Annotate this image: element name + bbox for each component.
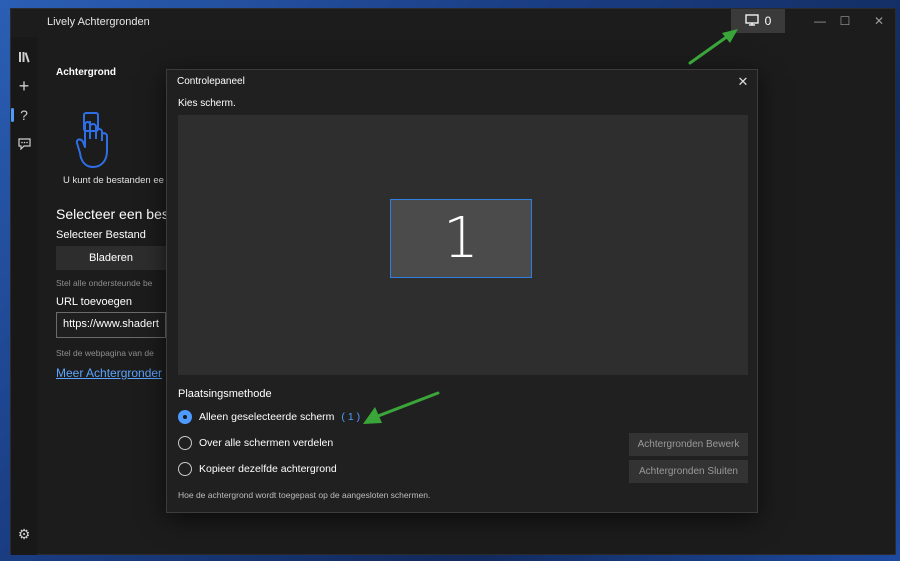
feedback-icon[interactable] [15,135,33,153]
app-title: Lively Achtergronden [47,16,150,28]
option-label: Over alle schermen verdelen [199,437,334,449]
webpage-hint: Stel de webpagina van de [56,348,154,358]
monitor-icon [745,13,759,29]
radio-span-screens[interactable]: Over alle schermen verdelen [178,436,333,450]
minimize-icon: — [814,14,826,28]
add-url-label: URL toevoegen [56,296,133,308]
title-bar: Lively Achtergronden 0 — ☐ ✕ [11,9,897,37]
url-input[interactable]: https://www.shadert [56,312,166,338]
select-file-heading: Selecteer een best [56,206,173,222]
drop-files-hint: U kunt de bestanden ee [63,175,164,186]
annotation-arrow-bottom [363,391,440,424]
close-wallpapers-button[interactable]: Achtergronden Sluiten [629,460,748,483]
touch-hand-icon [73,109,113,171]
monitor-1-tile[interactable]: 1 [390,199,532,278]
annotation-arrow-top [688,29,738,65]
radio-selected-screen[interactable]: Alleen geselecteerde scherm ( 1 ) [178,410,360,424]
app-window: Lively Achtergronden 0 — ☐ ✕ + ? ⚙ Achte… [10,8,896,555]
radio-checked-icon [178,410,192,424]
close-icon: ✕ [873,14,885,28]
maximize-button[interactable]: ☐ [826,9,864,33]
library-icon[interactable] [15,48,33,66]
supported-formats-hint: Stel alle ondersteunde be [56,278,153,288]
control-panel-dialog: Controlepaneel ✕ Kies scherm. 1 Plaatsin… [166,69,758,513]
close-window-button[interactable]: ✕ [860,9,898,33]
option-label: Kopieer dezelfde achtergrond [199,463,337,475]
choose-screen-label: Kies scherm. [178,98,236,109]
radio-unchecked-icon [178,436,192,450]
browse-button[interactable]: Bladeren [56,246,166,270]
select-file-label: Selecteer Bestand [56,229,146,241]
close-icon: ✕ [737,74,749,89]
placement-help-text: Hoe de achtergrond wordt toegepast op de… [178,490,431,500]
help-icon[interactable]: ? [15,106,33,124]
placement-method-title: Plaatsingsmethode [178,388,272,400]
radio-unchecked-icon [178,462,192,476]
radio-duplicate-wallpaper[interactable]: Kopieer dezelfde achtergrond [178,462,337,476]
navigation-rail: + ? ⚙ [11,37,37,555]
add-icon[interactable]: + [15,76,33,96]
option-label: Alleen geselecteerde scherm [199,411,335,423]
page-heading: Achtergrond [56,67,116,78]
active-indicator [11,108,14,122]
screen-count: 0 [764,14,772,28]
settings-icon[interactable]: ⚙ [15,525,33,543]
more-wallpapers-link[interactable]: Meer Achtergronder [56,366,162,380]
dialog-close-button[interactable]: ✕ [735,74,751,90]
dialog-title: Controlepaneel [177,76,245,87]
screen-layout-area: 1 [178,115,748,375]
maximize-icon: ☐ [839,14,851,28]
edit-wallpapers-button[interactable]: Achtergronden Bewerk [629,433,748,456]
